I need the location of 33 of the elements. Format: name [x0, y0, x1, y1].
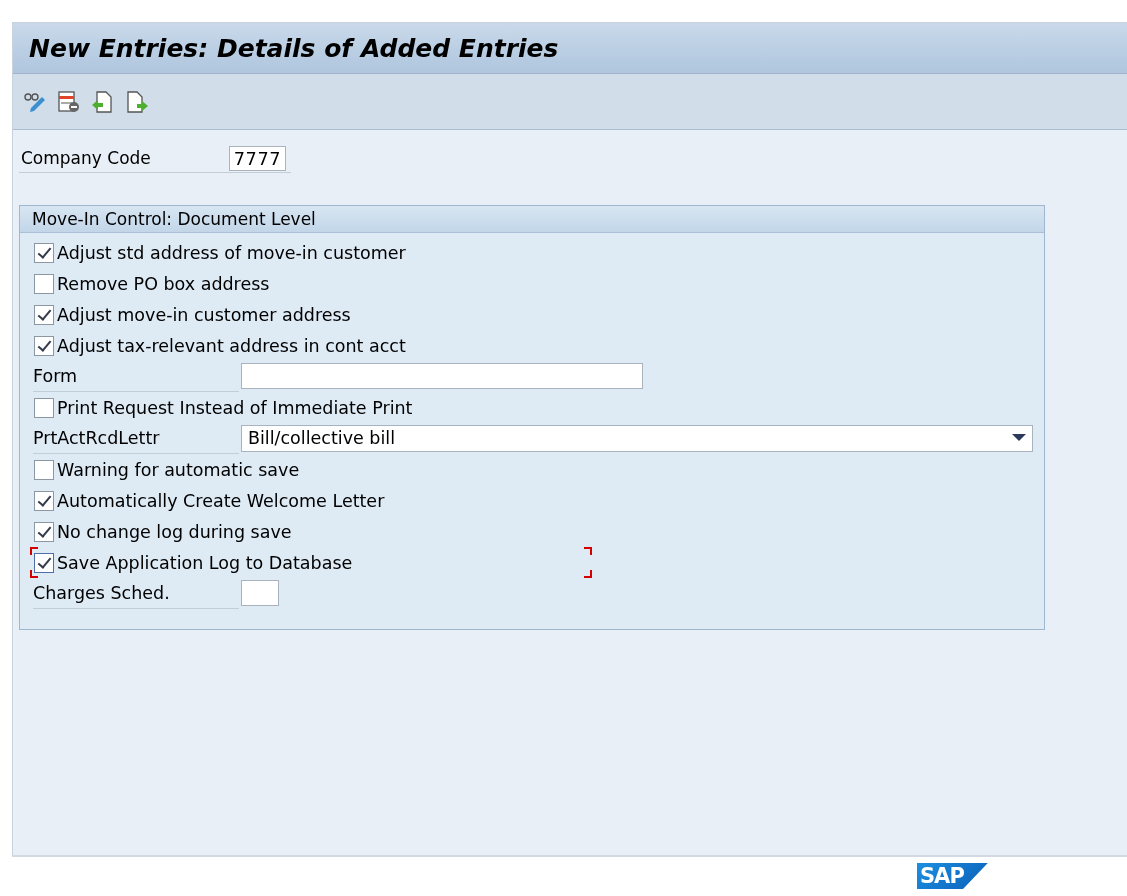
checkbox[interactable]	[34, 490, 54, 511]
checkbox[interactable]	[34, 304, 54, 325]
previous-page-icon[interactable]	[91, 89, 115, 114]
company-code-field[interactable]: 7777	[229, 145, 287, 171]
field-label: PrtActRcdLettr	[33, 428, 161, 448]
delete-row-icon[interactable]	[57, 89, 81, 114]
checkbox-label: Adjust std address of move-in customer	[57, 242, 406, 263]
checkbox-label: Save Application Log to Database	[57, 552, 353, 573]
checkbox-label: Remove PO box address	[57, 273, 270, 294]
checkbox-label: Automatically Create Welcome Letter	[57, 490, 385, 511]
checkbox[interactable]	[34, 459, 54, 480]
checkbox-label: Warning for automatic save	[57, 459, 300, 480]
field-label: Form	[33, 366, 79, 386]
checkbox[interactable]	[34, 552, 54, 573]
checkbox[interactable]	[34, 273, 54, 294]
checkbox[interactable]	[34, 335, 54, 356]
next-page-icon[interactable]	[125, 89, 149, 114]
caret-icon	[1012, 434, 1026, 442]
checkbox-label: Adjust move-in customer address	[57, 304, 351, 325]
field-label: Charges Sched.	[33, 583, 171, 603]
group-title: Move-In Control: Document Level	[32, 209, 316, 229]
input-field[interactable]	[241, 580, 279, 606]
logo: SAP	[917, 863, 988, 889]
dropdown-field[interactable]: Bill/collective bill	[241, 424, 1033, 452]
checkbox-label: Adjust tax-relevant address in cont acct	[57, 335, 406, 356]
checkbox[interactable]	[34, 397, 54, 418]
field-label: Company Code	[20, 148, 152, 168]
checkbox-label: No change log during save	[57, 521, 292, 542]
window-title: New Entries: Details of Added Entries	[29, 33, 559, 63]
checkbox-label: Print Request Instead of Immediate Print	[57, 397, 413, 418]
checkbox[interactable]	[34, 521, 54, 542]
input-field[interactable]	[241, 363, 643, 389]
checkbox[interactable]	[34, 242, 54, 263]
